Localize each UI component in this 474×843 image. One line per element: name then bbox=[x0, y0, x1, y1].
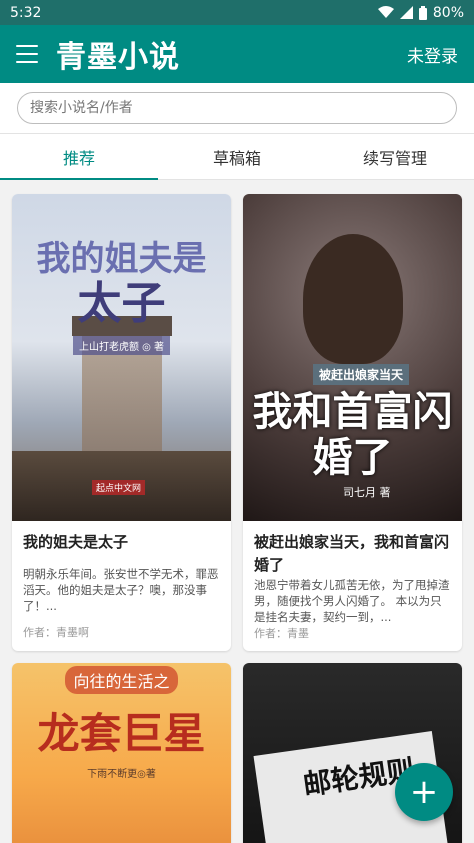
status-bar: 5:32 80% bbox=[0, 0, 474, 25]
book-author: 作者：青墨啊 bbox=[23, 626, 89, 639]
app-title: 青墨小说 bbox=[56, 40, 180, 75]
battery-icon bbox=[418, 5, 427, 20]
cover-publisher: 起点中文网 bbox=[92, 480, 146, 495]
cover-author: 下雨不断更◎著 bbox=[87, 769, 156, 780]
tab-recommend[interactable]: 推荐 bbox=[0, 134, 158, 180]
cover-couple-illustration bbox=[303, 234, 403, 364]
cover-title-line2: 太子 bbox=[77, 278, 166, 330]
book-cover: 向往的生活之 龙套巨星 下雨不断更◎著 bbox=[12, 663, 231, 843]
book-info: 我的姐夫是太子 明朝永乐年间。张安世不学无术，罪恶滔天。他的姐夫是太子？噢，那没… bbox=[12, 521, 231, 650]
cover-author: 司七月 著 bbox=[343, 486, 391, 499]
status-time: 5:32 bbox=[10, 4, 42, 21]
cover-title: 我和首富闪婚了 bbox=[252, 388, 453, 481]
menu-icon[interactable] bbox=[16, 45, 38, 63]
tab-drafts[interactable]: 草稿箱 bbox=[158, 134, 316, 179]
tab-bar: 推荐 草稿箱 续写管理 bbox=[0, 134, 474, 180]
add-button[interactable]: + bbox=[395, 763, 453, 821]
app-bar: 青墨小说 未登录 bbox=[0, 25, 474, 83]
book-card[interactable]: 向往的生活之 龙套巨星 下雨不断更◎著 bbox=[12, 663, 231, 843]
book-cover: 被赶出娘家当天 我和首富闪婚了 司七月 著 bbox=[243, 194, 462, 521]
book-card[interactable]: 被赶出娘家当天 我和首富闪婚了 司七月 著 被赶出娘家当天，我和首富闪婚了 池恩… bbox=[243, 194, 462, 651]
cover-title-line1: 我的姐夫是 bbox=[36, 239, 207, 280]
book-title: 被赶出娘家当天，我和首富闪婚了 bbox=[254, 533, 450, 574]
search-bar bbox=[0, 83, 474, 134]
book-author: 作者：青墨 bbox=[254, 627, 309, 640]
book-description: 明朝永乐年间。张安世不学无术，罪恶滔天。他的姐夫是太子？噢，那没事了！... bbox=[23, 567, 219, 613]
signal-icon bbox=[399, 6, 413, 19]
book-title: 我的姐夫是太子 bbox=[23, 533, 129, 551]
status-icons: 80% bbox=[377, 4, 464, 21]
battery-level: 80% bbox=[432, 4, 464, 21]
book-cover: 我的姐夫是 太子 上山打老虎额 ◎ 著 起点中文网 bbox=[12, 194, 231, 521]
cover-subtitle: 向往的生活之 bbox=[65, 666, 178, 694]
book-info: 被赶出娘家当天，我和首富闪婚了 池恩宁带着女儿孤苦无依，为了甩掉渣男，随便找个男… bbox=[243, 521, 462, 651]
cover-title: 龙套巨星 bbox=[37, 709, 206, 758]
search-input[interactable] bbox=[17, 92, 457, 124]
tab-continuation[interactable]: 续写管理 bbox=[316, 134, 474, 179]
wifi-icon bbox=[377, 6, 394, 18]
login-button[interactable]: 未登录 bbox=[407, 42, 458, 67]
cover-author: 上山打老虎额 ◎ 著 bbox=[72, 335, 171, 355]
book-grid: 我的姐夫是 太子 上山打老虎额 ◎ 著 起点中文网 我的姐夫是太子 明朝永乐年间… bbox=[0, 180, 474, 843]
book-card[interactable]: 我的姐夫是 太子 上山打老虎额 ◎ 著 起点中文网 我的姐夫是太子 明朝永乐年间… bbox=[12, 194, 231, 651]
plus-icon: + bbox=[409, 772, 439, 812]
cover-subtitle: 被赶出娘家当天 bbox=[313, 364, 410, 385]
book-description: 池恩宁带着女儿孤苦无依，为了甩掉渣男，随便找个男人闪婚了。 本以为只是挂名夫妻，… bbox=[254, 578, 450, 624]
